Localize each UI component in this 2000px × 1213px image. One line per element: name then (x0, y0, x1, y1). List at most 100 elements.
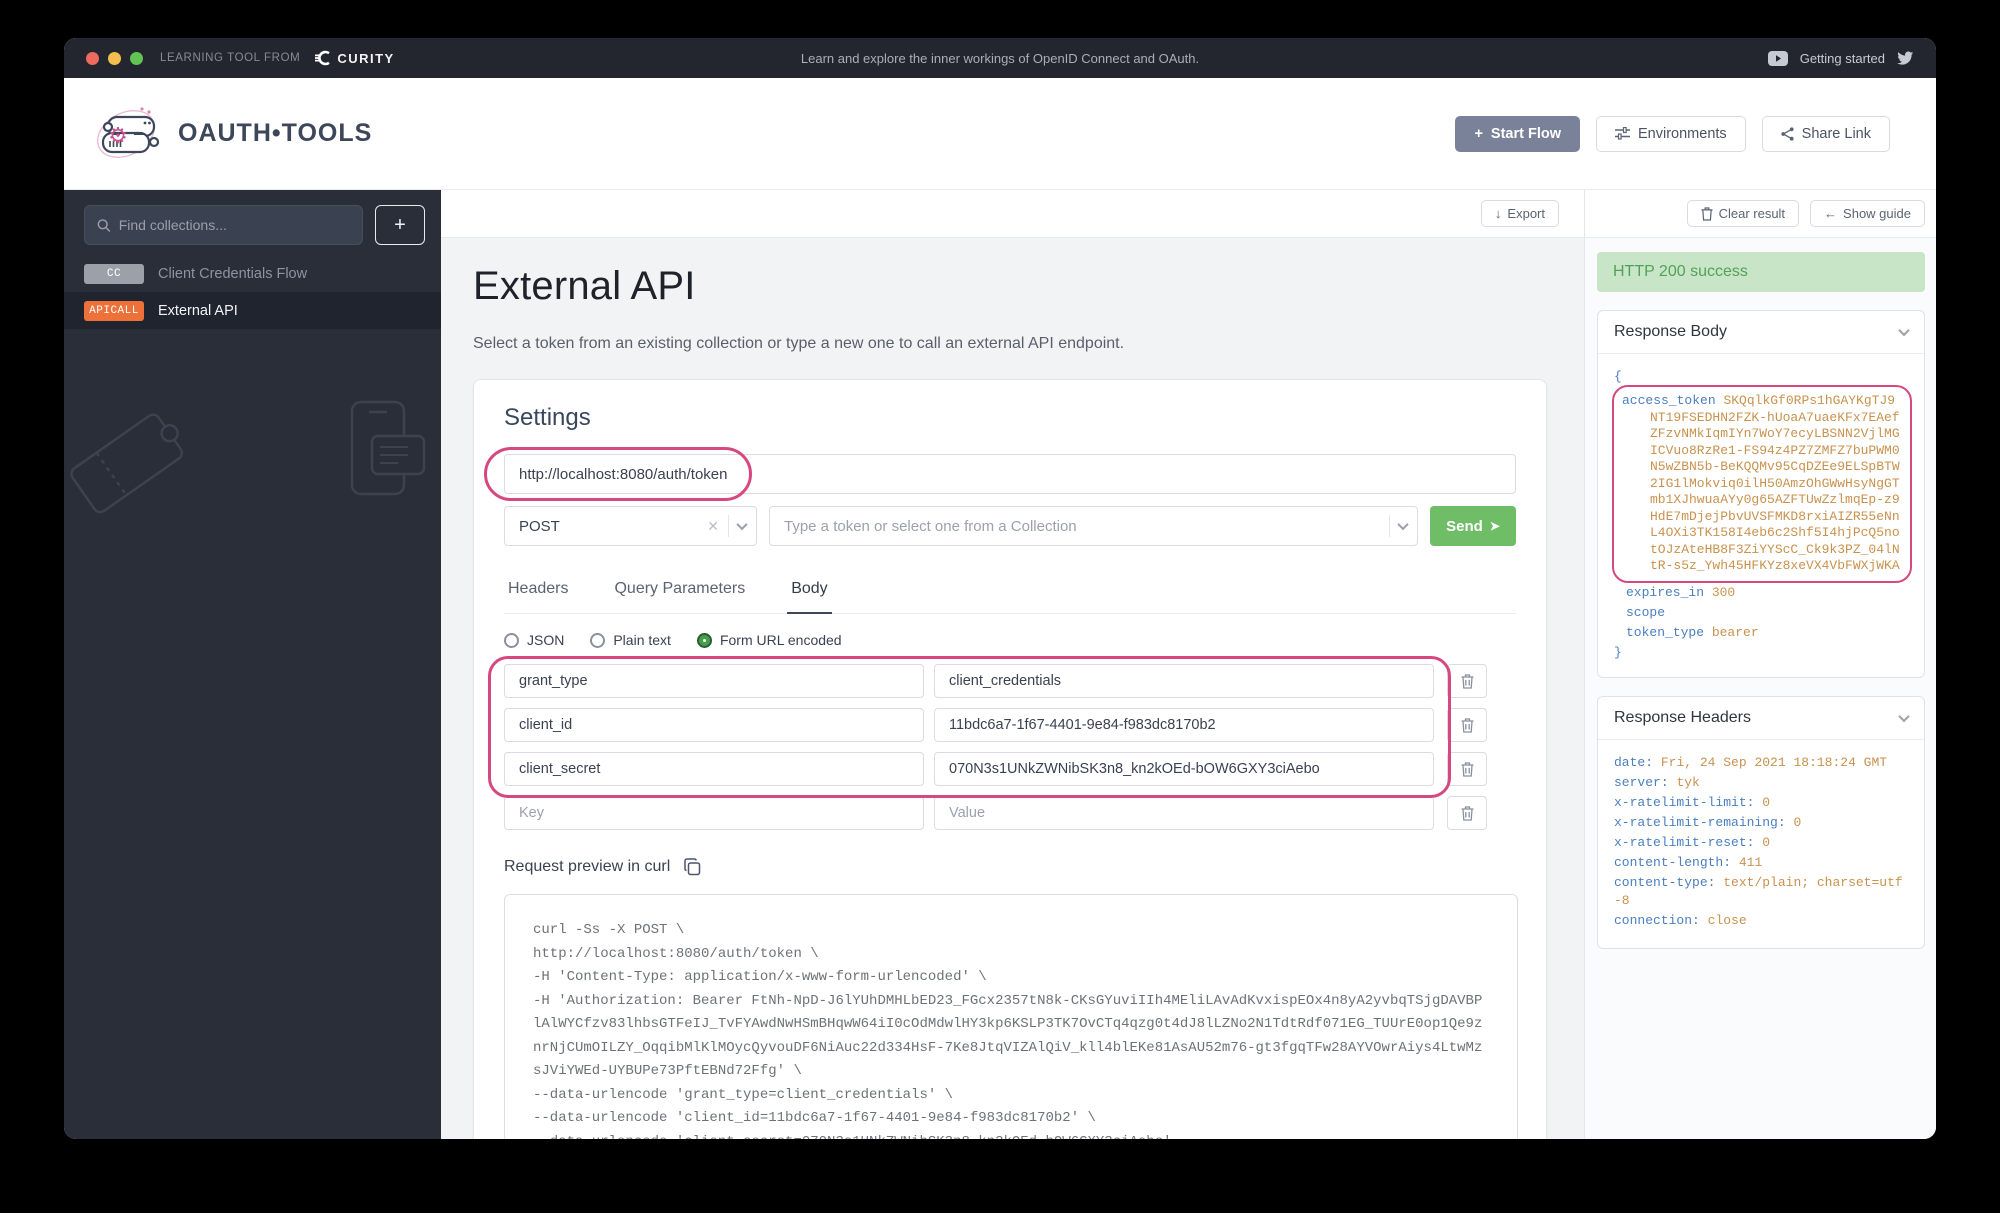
collections-sidebar: + CC Client Credentials Flow APICALL Ext… (64, 190, 441, 1139)
send-arrow-icon: ➤ (1490, 519, 1500, 533)
chevron-down-icon (736, 519, 747, 530)
radio-icon (590, 633, 605, 648)
trash-icon (1461, 762, 1474, 777)
environments-button[interactable]: Environments (1596, 116, 1746, 152)
clear-method-icon[interactable]: ✕ (707, 518, 719, 535)
twitter-icon[interactable] (1897, 51, 1914, 66)
download-icon: ↓ (1495, 206, 1502, 221)
json-field-expires-in: expires_in 300 (1614, 584, 1910, 601)
http-status-banner: HTTP 200 success (1597, 252, 1925, 292)
collections-search[interactable] (84, 205, 363, 245)
param-value-input[interactable] (934, 708, 1434, 742)
endpoint-url-input[interactable] (504, 454, 1516, 494)
header-line-content-type: content-type text/plain; charset=utf-8 (1614, 874, 1910, 911)
param-value-input[interactable] (934, 752, 1434, 786)
result-panel: Clear result ← Show guide HTTP 200 succe… (1585, 190, 1936, 1139)
response-headers-header[interactable]: Response Headers (1598, 697, 1924, 740)
radio-icon (504, 633, 519, 648)
trash-icon (1461, 718, 1474, 733)
access-token-line: access_token SKQqlkGf0RPs1hGAYKgTJ9NT19F… (1614, 387, 1910, 581)
curity-logo: CURITY (314, 50, 394, 66)
start-flow-button[interactable]: + Start Flow (1455, 116, 1580, 152)
sidebar-decoration (64, 384, 441, 544)
param-row-client-secret (504, 752, 1516, 786)
page-subtitle: Select a token from an existing collecti… (473, 335, 1584, 353)
radio-plain-text[interactable]: Plain text (590, 632, 671, 648)
access-token-value: SKQqlkGf0RPs1hGAYKgTJ9NT19FSEDHN2FZK-hUo… (1650, 393, 1900, 573)
token-placeholder: Type a token or select one from a Collec… (784, 518, 1077, 535)
curl-preview-label: Request preview in curl (504, 858, 670, 876)
header-line-content-length: content-length 411 (1614, 854, 1910, 873)
tab-headers[interactable]: Headers (504, 572, 572, 613)
param-key-input[interactable] (504, 708, 924, 742)
tab-body[interactable]: Body (787, 572, 831, 614)
send-button[interactable]: Send ➤ (1430, 506, 1516, 546)
response-body-card: Response Body { access_token SKQqlkGf0RP… (1597, 310, 1925, 678)
tab-query-parameters[interactable]: Query Parameters (610, 572, 749, 613)
page-title: External API (473, 264, 1584, 309)
chevron-down-icon (1898, 325, 1909, 336)
body-type-radios: JSON Plain text Form URL encoded (504, 632, 1516, 648)
response-body-content: { access_token SKQqlkGf0RPs1hGAYKgTJ9NT1… (1598, 354, 1924, 677)
sidebar-item-external-api[interactable]: APICALL External API (64, 292, 441, 329)
main-panel: ↓ Export External API Select a token fro… (441, 190, 1585, 1139)
delete-param-button[interactable] (1447, 708, 1487, 742)
param-row-empty (504, 796, 1516, 830)
token-select[interactable]: Type a token or select one from a Collec… (769, 506, 1418, 546)
traffic-light-minimize-button[interactable] (108, 52, 121, 65)
param-value-input[interactable] (934, 664, 1434, 698)
delete-param-button[interactable] (1447, 752, 1487, 786)
header-line-ratelimit-remaining: x-ratelimit-remaining 0 (1614, 814, 1910, 833)
curity-brand-text: CURITY (337, 51, 394, 66)
response-body-header[interactable]: Response Body (1598, 311, 1924, 354)
show-guide-button[interactable]: ← Show guide (1810, 200, 1925, 227)
sidebar-item-label: External API (158, 303, 238, 319)
radio-form-url-encoded[interactable]: Form URL encoded (697, 632, 842, 648)
param-key-input[interactable] (504, 752, 924, 786)
svg-text:⚙: ⚙ (108, 124, 128, 149)
form-params (504, 664, 1516, 830)
param-row-grant-type (504, 664, 1516, 698)
copy-icon (684, 858, 701, 876)
param-value-input[interactable] (934, 796, 1434, 830)
getting-started-link[interactable]: Getting started (1800, 51, 1885, 66)
app-header: ⚙ OAUTH•TOOLS + Start Flow Environments (64, 78, 1936, 190)
header-line-connection: connection close (1614, 912, 1910, 931)
flow-type-badge: APICALL (84, 301, 144, 321)
chevron-down-icon (1397, 519, 1408, 530)
header-line-date: date Fri, 24 Sep 2021 18:18:24 GMT (1614, 754, 1910, 773)
add-collection-button[interactable]: + (375, 205, 425, 245)
copy-curl-button[interactable] (684, 858, 701, 876)
youtube-icon[interactable] (1768, 51, 1788, 66)
app-tagline: Learn and explore the inner workings of … (801, 51, 1199, 66)
sidebar-item-client-credentials-flow[interactable]: CC Client Credentials Flow (64, 255, 441, 292)
search-input[interactable] (119, 217, 350, 233)
settings-heading: Settings (504, 404, 1516, 432)
plus-icon: + (1474, 126, 1482, 142)
settings-card: Settings POST ✕ (473, 379, 1547, 1139)
app-window: LEARNING TOOL FROM CURITY Learn and expl… (64, 38, 1936, 1139)
traffic-light-close-button[interactable] (86, 52, 99, 65)
radio-json[interactable]: JSON (504, 632, 564, 648)
trash-icon (1701, 207, 1713, 221)
export-button[interactable]: ↓ Export (1481, 200, 1559, 227)
param-key-input[interactable] (504, 796, 924, 830)
delete-param-button[interactable] (1447, 664, 1487, 698)
delete-param-button[interactable] (1447, 796, 1487, 830)
param-key-input[interactable] (504, 664, 924, 698)
method-select[interactable]: POST ✕ (504, 506, 757, 546)
oauth-tools-logo-icon: ⚙ (90, 100, 168, 168)
learning-tool-label: LEARNING TOOL FROM (160, 52, 300, 64)
response-headers-card: Response Headers date Fri, 24 Sep 2021 1… (1597, 696, 1925, 950)
oauth-tools-logo: ⚙ OAUTH•TOOLS (90, 100, 372, 168)
traffic-light-maximize-button[interactable] (130, 52, 143, 65)
clear-result-button[interactable]: Clear result (1687, 200, 1799, 227)
ticket-icon (69, 407, 191, 514)
response-headers-content: date Fri, 24 Sep 2021 18:18:24 GMT serve… (1598, 740, 1924, 949)
curl-preview-code[interactable]: curl -Ss -X POST \ http://localhost:8080… (504, 894, 1518, 1139)
method-value: POST (519, 518, 560, 535)
share-link-button[interactable]: Share Link (1762, 116, 1890, 152)
titlebar: LEARNING TOOL FROM CURITY Learn and expl… (64, 38, 1936, 78)
curity-c-icon (314, 50, 332, 66)
header-line-server: server tyk (1614, 774, 1910, 793)
